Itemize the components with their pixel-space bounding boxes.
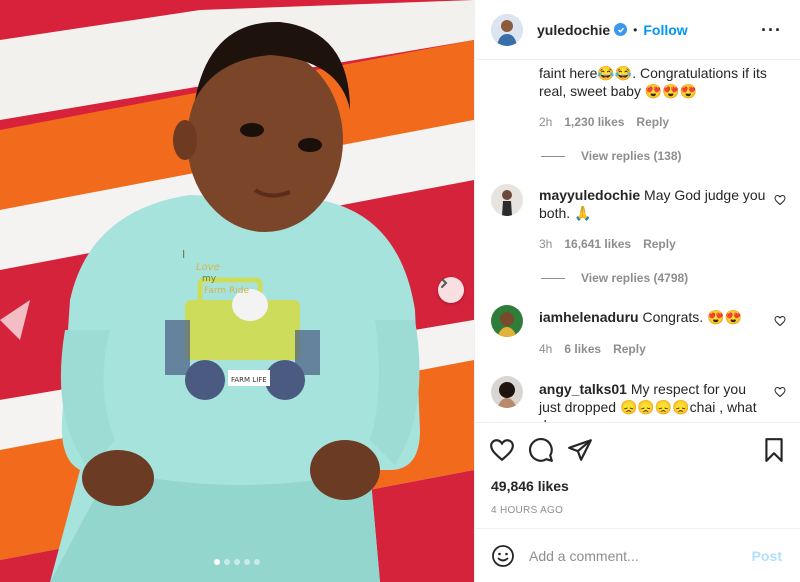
comment-input[interactable] [529, 547, 739, 564]
commenter-avatar[interactable] [491, 305, 523, 337]
post-comment-button[interactable]: Post [752, 548, 782, 564]
comment-meta: 3h 16,641 likes Reply [539, 237, 676, 251]
post-likes-count[interactable]: 49,846 likes [491, 478, 569, 494]
comment-age: 4h [539, 342, 553, 356]
comment-age: 3h [539, 237, 553, 251]
commenter-username[interactable]: iamhelenaduru [539, 309, 639, 325]
comment-text: Congrats. 😍😍 [642, 309, 742, 325]
carousel-dots [0, 559, 474, 565]
comment-likes[interactable]: 16,641 likes [564, 237, 631, 251]
post-timestamp[interactable]: 4 HOURS AGO [491, 505, 563, 516]
like-comment-heart-icon[interactable] [774, 315, 786, 327]
reply-button[interactable]: Reply [613, 342, 646, 356]
comment-age: 2h [539, 115, 553, 129]
author-avatar[interactable] [491, 13, 523, 46]
commenter-username[interactable]: angy_talks01 [539, 381, 627, 397]
comment-composer: Post [475, 528, 800, 582]
avatar-image [491, 376, 523, 408]
like-heart-icon[interactable] [489, 437, 515, 463]
commenter-username[interactable]: mayyuledochie [539, 187, 640, 203]
avatar-image [491, 184, 523, 216]
like-comment-heart-icon[interactable] [774, 194, 786, 206]
bookmark-icon[interactable] [761, 437, 787, 463]
comments-list: faint here😂😂. Congratulations if its rea… [475, 60, 800, 422]
commenter-avatar[interactable] [491, 376, 523, 408]
comment-body: iamhelenaduru Congrats. 😍😍 [539, 308, 771, 326]
comment-body: mayyuledochie May God judge you both. 🙏 [539, 186, 771, 222]
instagram-post: I Love my Farm Ride FARM LIFE yuledochie [0, 0, 800, 582]
follow-button[interactable]: Follow [643, 22, 687, 38]
post-image[interactable]: I Love my Farm Ride FARM LIFE [0, 0, 474, 582]
separator-bullet: • [633, 22, 638, 37]
view-replies-button[interactable]: View replies (138) [541, 149, 682, 163]
author-username[interactable]: yuledochie [537, 22, 610, 38]
commenter-avatar[interactable] [491, 184, 523, 216]
emoji-smiley-icon[interactable] [491, 544, 515, 568]
shirt-text-love: Love [196, 262, 220, 273]
comment-bubble-icon[interactable] [528, 437, 554, 463]
share-send-icon[interactable] [567, 437, 593, 463]
carousel-dot [254, 559, 260, 565]
next-image-button[interactable] [438, 277, 464, 303]
view-replies-button[interactable]: View replies (4798) [541, 271, 688, 285]
view-replies-label: View replies (138) [581, 149, 682, 163]
shirt-text-farm: Farm Ride [204, 286, 250, 296]
like-comment-heart-icon[interactable] [774, 386, 786, 398]
baby-photo: I Love my Farm Ride FARM LIFE [0, 0, 474, 582]
shirt-text-i: I [182, 248, 185, 261]
comment-meta: 4h 6 likes Reply [539, 342, 646, 356]
comment-meta: 2h 1,230 likes Reply [539, 115, 669, 129]
post-side-panel: yuledochie • Follow ··· faint here😂😂. Co… [474, 0, 800, 582]
carousel-dot [244, 559, 250, 565]
carousel-dot [234, 559, 240, 565]
more-options-button[interactable]: ··· [761, 20, 782, 41]
reply-button[interactable]: Reply [636, 115, 669, 129]
replies-divider [541, 277, 565, 279]
comment-text: faint here😂😂. Congratulations if its rea… [539, 65, 767, 99]
shirt-text-my: my [202, 274, 217, 284]
carousel-dot [214, 559, 220, 565]
view-replies-label: View replies (4798) [581, 271, 689, 285]
shirt-badge-text: FARM LIFE [231, 376, 267, 384]
reply-button[interactable]: Reply [643, 237, 676, 251]
comment-likes[interactable]: 1,230 likes [564, 115, 624, 129]
carousel-dot [224, 559, 230, 565]
avatar-image [491, 305, 523, 337]
post-header: yuledochie • Follow ··· [475, 0, 800, 60]
comment-body: angy_talks01 My respect for you just dro… [539, 380, 771, 422]
verified-badge-icon [614, 23, 628, 36]
post-actions: 49,846 likes 4 HOURS AGO [475, 422, 800, 542]
chevron-right-icon [441, 278, 448, 288]
comment-likes[interactable]: 6 likes [564, 342, 601, 356]
avatar-image [491, 13, 523, 46]
replies-divider [541, 155, 565, 157]
